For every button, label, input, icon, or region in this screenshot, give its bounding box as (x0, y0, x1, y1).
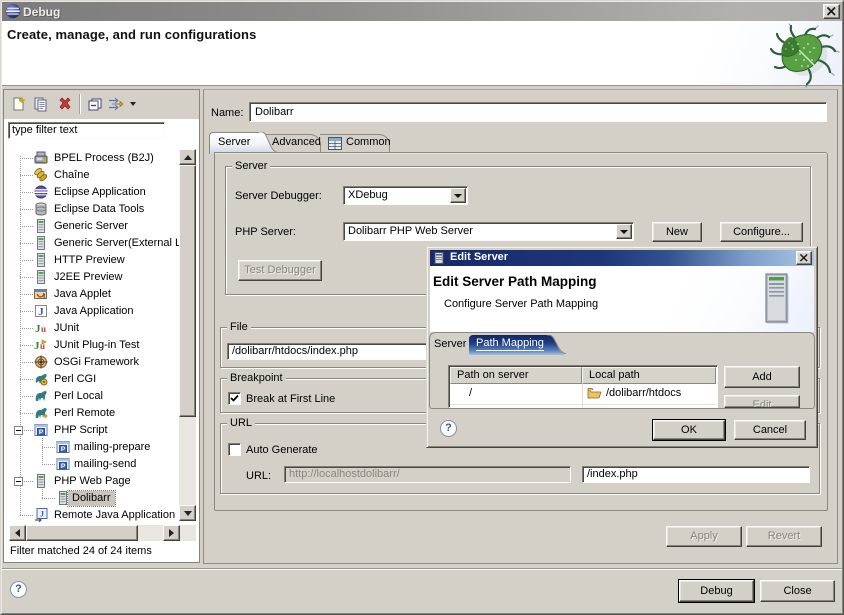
svg-text:u: u (41, 324, 46, 334)
svg-text:P: P (39, 429, 44, 436)
svg-text:J: J (38, 306, 44, 318)
svg-text:J: J (42, 293, 46, 301)
svg-text:P: P (61, 463, 66, 470)
svg-text:P: P (61, 446, 66, 453)
svg-text:J: J (40, 510, 44, 519)
